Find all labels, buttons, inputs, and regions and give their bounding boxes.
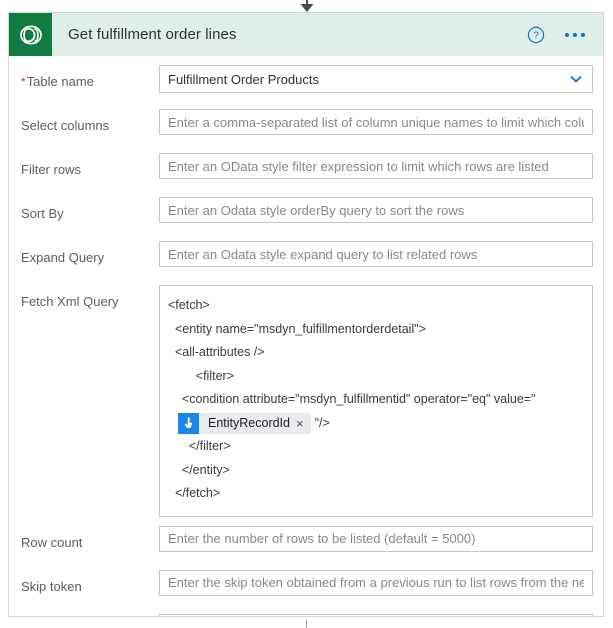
partition-id-input[interactable]: An option to specify the partitionId whi… xyxy=(159,613,593,616)
code-line: <entity name="msdyn_fulfillmentorderdeta… xyxy=(168,321,426,336)
table-name-dropdown[interactable]: Fulfillment Order Products xyxy=(159,65,593,93)
field-label-select-columns: Select columns xyxy=(21,118,110,133)
ellipsis-dot xyxy=(565,32,569,37)
required-indicator: * xyxy=(21,75,26,89)
flow-connector-bottom xyxy=(0,620,613,628)
code-line-token: EntityRecordId × "/> xyxy=(168,412,584,436)
svg-text:?: ? xyxy=(533,30,539,41)
ellipsis-dot xyxy=(573,32,577,37)
field-skip-token: Skip token Enter the skip token obtained… xyxy=(9,569,603,607)
fetch-xml-query-input[interactable]: <fetch> <entity name="msdyn_fulfillmento… xyxy=(159,285,593,517)
action-card: Get fulfillment order lines ? *Table nam… xyxy=(8,12,604,617)
dynamic-content-token[interactable]: EntityRecordId × xyxy=(178,412,311,434)
select-columns-placeholder: Enter a comma-separated list of column u… xyxy=(168,114,584,130)
code-line: </fetch> xyxy=(168,486,221,500)
code-line: <all-attributes /> xyxy=(168,345,265,359)
code-line: <filter> xyxy=(168,368,234,383)
field-row-count: Row count Enter the number of rows to be… xyxy=(9,525,603,563)
label-text: Table name xyxy=(26,74,94,89)
token-label: EntityRecordId xyxy=(208,415,290,430)
expand-query-input[interactable]: Enter an Odata style expand query to lis… xyxy=(159,241,593,267)
connector-stub xyxy=(306,620,307,628)
field-label-table-name: *Table name xyxy=(21,65,159,90)
skip-token-input[interactable]: Enter the skip token obtained from a pre… xyxy=(159,569,593,596)
filter-rows-placeholder: Enter an OData style filter expression t… xyxy=(168,158,549,174)
ellipsis-dot xyxy=(581,32,585,37)
field-label-row-count: Row count xyxy=(21,534,83,550)
field-sort-by: Sort By Enter an Odata style orderBy que… xyxy=(9,197,603,234)
field-label-sort-by: Sort By xyxy=(21,206,64,221)
field-label-fetch-xml-query: Fetch Xml Query xyxy=(21,294,119,309)
code-line: </filter> xyxy=(168,439,231,453)
field-label-filter-rows: Filter rows xyxy=(21,162,81,177)
help-icon[interactable]: ? xyxy=(527,26,545,44)
sort-by-input[interactable]: Enter an Odata style orderBy query to so… xyxy=(159,197,593,223)
code-token-suffix: "/> xyxy=(314,415,330,430)
more-options-icon[interactable] xyxy=(563,29,587,41)
manual-trigger-icon xyxy=(178,412,199,434)
field-partition-id: Partition ID An option to specify the pa… xyxy=(9,613,603,617)
field-label-expand-query: Expand Query xyxy=(21,250,105,265)
code-line: <condition attribute="msdyn_fulfillmenti… xyxy=(168,392,536,406)
field-filter-rows: Filter rows Enter an OData style filter … xyxy=(9,153,603,190)
field-table-name: *Table name Fulfillment Order Products xyxy=(9,65,603,102)
card-body: *Table name Fulfillment Order Products S… xyxy=(9,56,603,617)
row-count-placeholder: Enter the number of rows to be listed (d… xyxy=(168,531,476,546)
sort-by-placeholder: Enter an Odata style orderBy query to so… xyxy=(168,202,465,218)
chevron-down-icon xyxy=(568,71,584,87)
field-label-skip-token: Skip token xyxy=(21,578,82,594)
token-remove-icon[interactable]: × xyxy=(295,417,311,430)
filter-rows-input[interactable]: Enter an OData style filter expression t… xyxy=(159,153,593,179)
card-header[interactable]: Get fulfillment order lines ? xyxy=(9,13,603,56)
field-label-partition-id: Partition ID xyxy=(21,614,159,617)
card-title: Get fulfillment order lines xyxy=(68,26,237,43)
field-fetch-xml-query: Fetch Xml Query <fetch> <entity name="ms… xyxy=(9,285,603,517)
expand-query-placeholder: Enter an Odata style expand query to lis… xyxy=(168,246,478,262)
select-columns-input[interactable]: Enter a comma-separated list of column u… xyxy=(159,109,593,135)
field-expand-query: Expand Query Enter an Odata style expand… xyxy=(9,241,603,278)
code-line: </entity> xyxy=(168,462,230,477)
table-name-value: Fulfillment Order Products xyxy=(168,71,319,87)
skip-token-placeholder: Enter the skip token obtained from a pre… xyxy=(168,575,584,590)
row-count-input[interactable]: Enter the number of rows to be listed (d… xyxy=(159,525,593,552)
dataverse-icon xyxy=(9,13,52,56)
field-select-columns: Select columns Enter a comma-separated l… xyxy=(9,109,603,146)
header-actions: ? xyxy=(527,26,603,44)
code-line: <fetch> xyxy=(168,298,210,312)
